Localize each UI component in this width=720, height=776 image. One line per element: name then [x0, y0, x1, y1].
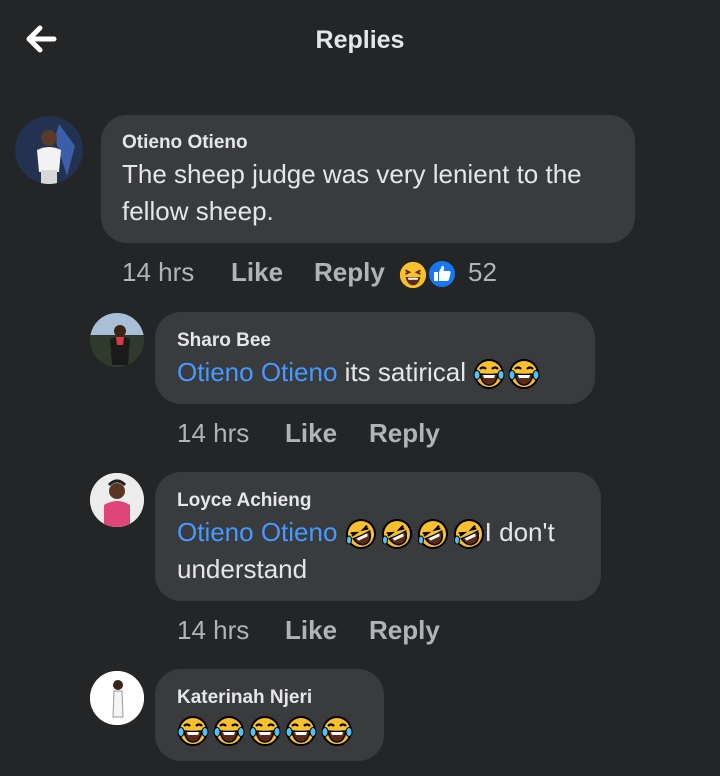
rofl-emoji-icon	[417, 518, 449, 550]
comment-time: 14 hrs	[122, 257, 195, 287]
tears-of-joy-emoji-icon	[473, 358, 505, 390]
tears-of-joy-emoji-icon	[249, 715, 281, 747]
page-title: Replies	[315, 26, 405, 54]
mention-link[interactable]: Otieno Otieno	[177, 357, 337, 387]
avatar[interactable]	[90, 473, 144, 527]
comment-time: 14 hrs	[177, 615, 250, 645]
mention-link[interactable]: Otieno Otieno	[177, 517, 337, 547]
rofl-emoji-icon	[345, 518, 377, 550]
avatar[interactable]	[90, 671, 144, 725]
tears-of-joy-emoji-icon	[321, 715, 353, 747]
comment-text	[177, 711, 353, 747]
comment-text-line: understand	[177, 554, 308, 584]
avatar[interactable]	[15, 116, 83, 184]
tears-of-joy-emoji-icon	[285, 715, 317, 747]
comment-text-line: fellow sheep.	[122, 196, 274, 226]
like-reaction-icon	[426, 258, 458, 290]
avatar[interactable]	[90, 313, 144, 367]
comment-time: 14 hrs	[177, 418, 250, 448]
comment-text-content: I don't	[484, 517, 555, 547]
comment-text-content: its satirical	[344, 357, 467, 387]
like-button[interactable]: Like	[285, 615, 337, 646]
tears-of-joy-emoji-icon	[177, 715, 209, 747]
tears-of-joy-emoji-icon	[508, 358, 540, 390]
comment-text: Otieno Otieno I don't	[177, 514, 555, 550]
person-photo-icon	[90, 313, 144, 367]
like-button[interactable]: Like	[231, 257, 283, 288]
reaction-count: 52	[468, 257, 497, 287]
comment-author[interactable]: Otieno Otieno	[122, 132, 248, 154]
comment-author[interactable]: Katerinah Njeri	[177, 687, 312, 709]
comment-author[interactable]: Sharo Bee	[177, 330, 271, 352]
like-button[interactable]: Like	[285, 418, 337, 449]
reply-button[interactable]: Reply	[314, 257, 385, 288]
top-bar: Replies	[0, 0, 720, 84]
laughing-reaction-icon	[398, 260, 428, 290]
person-photo-icon	[15, 116, 83, 184]
person-photo-icon	[90, 473, 144, 527]
person-photo-icon	[90, 671, 144, 725]
reply-button[interactable]: Reply	[369, 418, 440, 449]
tears-of-joy-emoji-icon	[213, 715, 245, 747]
comment-text-line: The sheep judge was very lenient to the	[122, 159, 582, 189]
reply-button[interactable]: Reply	[369, 615, 440, 646]
rofl-emoji-icon	[453, 518, 485, 550]
comment-text: Otieno Otieno its satirical	[177, 354, 540, 390]
comment-author[interactable]: Loyce Achieng	[177, 490, 311, 512]
rofl-emoji-icon	[381, 518, 413, 550]
